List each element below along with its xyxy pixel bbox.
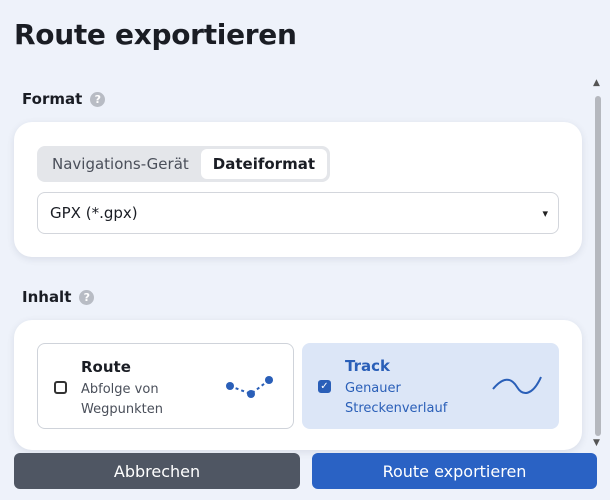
content-help-icon[interactable]: ? — [79, 289, 95, 305]
tab-navigation-device[interactable]: Navigations-Gerät — [40, 149, 201, 179]
file-format-select[interactable]: GPX (*.gpx) ▾ — [37, 192, 559, 234]
track-option-description: Genauer Streckenverlauf — [345, 381, 448, 416]
track-option-title: Track — [345, 357, 390, 375]
page-title: Route exportieren — [14, 18, 297, 51]
tab-file-format[interactable]: Dateiformat — [200, 149, 327, 179]
route-option-description: Abfolge von Wegpunkten — [81, 382, 163, 417]
format-section-label: Format ? — [22, 90, 106, 108]
content-label: Inhalt — [22, 288, 72, 306]
format-segmented-control: Navigations-Gerät Dateiformat — [37, 146, 330, 182]
scroll-thumb[interactable] — [595, 96, 601, 436]
scrollbar[interactable]: ▲ ▼ — [592, 78, 604, 452]
option-route[interactable]: Route Abfolge von Wegpunkten — [37, 343, 294, 429]
format-label: Format — [22, 90, 83, 108]
cancel-button[interactable]: Abbrechen — [14, 453, 300, 489]
scroll-down-icon[interactable]: ▼ — [593, 438, 600, 448]
route-checkbox[interactable] — [54, 381, 67, 394]
content-section-label: Inhalt ? — [22, 288, 95, 306]
format-help-icon[interactable]: ? — [90, 91, 106, 107]
format-card: Navigations-Gerät Dateiformat GPX (*.gpx… — [14, 122, 582, 257]
route-option-title: Route — [81, 358, 131, 376]
content-card: Route Abfolge von Wegpunkten ✓ Track Gen… — [14, 320, 582, 450]
route-points-icon — [226, 376, 273, 398]
option-track[interactable]: ✓ Track Genauer Streckenverlauf — [302, 343, 559, 429]
track-checkbox[interactable]: ✓ — [318, 380, 331, 393]
scroll-up-icon[interactable]: ▲ — [593, 78, 600, 88]
file-format-value: GPX (*.gpx) — [50, 204, 138, 222]
track-wave-icon — [492, 376, 542, 394]
chevron-down-icon: ▾ — [542, 206, 548, 220]
export-route-button[interactable]: Route exportieren — [312, 453, 597, 489]
